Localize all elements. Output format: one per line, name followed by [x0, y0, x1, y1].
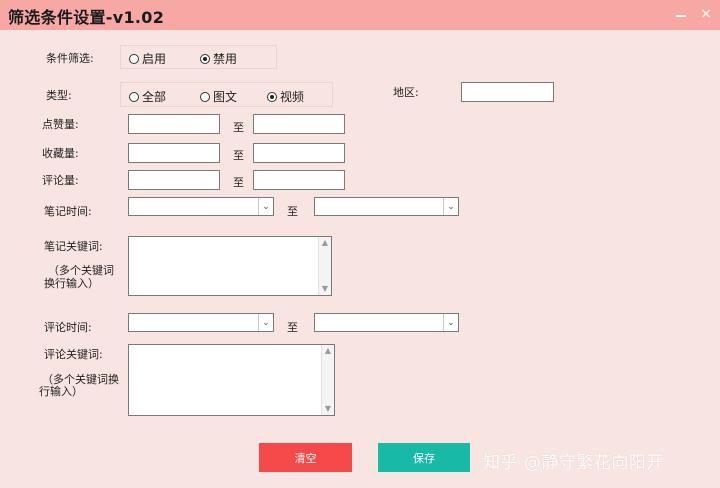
radio-video-label: 视频 [280, 90, 305, 104]
radio-all[interactable]: 全部 [129, 88, 166, 105]
radio-disable-label: 禁用 [213, 52, 238, 66]
save-button[interactable]: 保存 [378, 443, 470, 472]
radio-enable-label: 启用 [142, 52, 167, 66]
likes-to-label: 至 [233, 121, 244, 134]
chevron-down-icon[interactable]: ⌄ [443, 314, 458, 331]
close-icon[interactable]: × [698, 6, 714, 22]
radio-image-text-dot[interactable] [200, 91, 210, 102]
title-bar: 筛选条件设置-v1.02 × [0, 0, 720, 30]
clear-button[interactable]: 清空 [259, 443, 352, 472]
comments-to-input[interactable] [253, 170, 345, 190]
comments-label: 评论量: [42, 174, 79, 187]
condition-filter-group: 启用 禁用 [120, 45, 277, 69]
chevron-down-icon[interactable]: ⌄ [258, 198, 273, 215]
scroll-down-icon[interactable]: ▼ [319, 284, 331, 294]
type-group: 全部 图文 视频 [120, 82, 333, 107]
likes-to-input[interactable] [253, 114, 345, 134]
comment-time-to-label: 至 [287, 321, 298, 334]
scrollbar[interactable]: ▲ ▼ [318, 237, 331, 295]
comment-keywords-hint-2: 行输入） [39, 385, 83, 398]
note-time-to-label: 至 [287, 205, 298, 218]
note-time-label: 笔记时间: [44, 205, 92, 218]
type-label: 类型: [46, 89, 72, 102]
comment-time-label: 评论时间: [44, 321, 92, 334]
radio-image-text[interactable]: 图文 [200, 88, 237, 105]
radio-video-dot[interactable] [267, 91, 277, 102]
scroll-down-icon[interactable]: ▼ [322, 404, 334, 414]
note-keywords-textarea[interactable]: ▲ ▼ [128, 236, 332, 296]
note-time-from-select[interactable]: ⌄ [128, 197, 274, 216]
note-keywords-label: 笔记关键词: [44, 240, 103, 253]
note-keywords-hint-2: 换行输入） [44, 277, 99, 290]
scroll-up-icon[interactable]: ▲ [319, 238, 331, 248]
region-input[interactable] [461, 82, 554, 102]
watermark: 知乎 @静守繁花向阳开 [483, 453, 664, 473]
radio-disable-dot[interactable] [200, 53, 210, 64]
scroll-up-icon[interactable]: ▲ [322, 346, 334, 356]
comment-time-from-select[interactable]: ⌄ [128, 313, 274, 332]
radio-disable[interactable]: 禁用 [200, 50, 237, 67]
favorites-from-input[interactable] [128, 143, 220, 163]
note-time-to-select[interactable]: ⌄ [314, 197, 459, 216]
chevron-down-icon[interactable]: ⌄ [258, 314, 273, 331]
condition-filter-label: 条件筛选: [46, 52, 94, 65]
favorites-to-input[interactable] [253, 143, 345, 163]
radio-image-text-label: 图文 [213, 90, 238, 104]
chevron-down-icon[interactable]: ⌄ [443, 198, 458, 215]
radio-enable-dot[interactable] [129, 53, 139, 64]
comments-from-input[interactable] [128, 170, 220, 190]
window-title: 筛选条件设置-v1.02 [8, 8, 165, 27]
region-label: 地区: [393, 86, 419, 99]
comments-to-label: 至 [233, 176, 244, 189]
minimize-icon[interactable] [674, 6, 690, 22]
scrollbar[interactable]: ▲ ▼ [321, 345, 334, 415]
likes-label: 点赞量: [42, 118, 79, 131]
comment-time-to-select[interactable]: ⌄ [314, 313, 459, 332]
likes-from-input[interactable] [128, 114, 220, 134]
favorites-to-label: 至 [233, 149, 244, 162]
radio-all-dot[interactable] [129, 91, 139, 102]
radio-all-label: 全部 [142, 90, 167, 104]
comment-keywords-textarea[interactable]: ▲ ▼ [128, 344, 335, 416]
note-keywords-hint-1: （多个关键词 [48, 264, 114, 277]
comment-keywords-label: 评论关键词: [44, 348, 103, 361]
favorites-label: 收藏量: [42, 147, 79, 160]
radio-video[interactable]: 视频 [267, 88, 304, 105]
radio-enable[interactable]: 启用 [129, 50, 166, 67]
